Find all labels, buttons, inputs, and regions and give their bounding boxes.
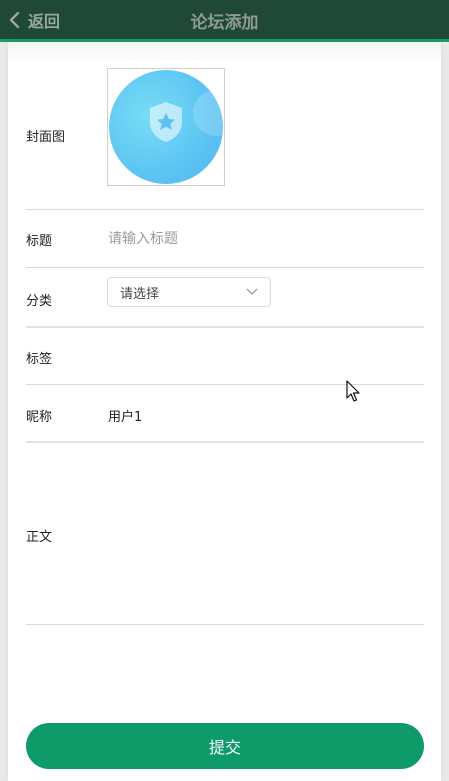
cover-image-uploader[interactable] <box>107 68 225 186</box>
top-bar: 返回 论坛添加 <box>0 0 449 42</box>
cover-label: 封面图 <box>26 130 66 145</box>
category-label: 分类 <box>26 294 53 309</box>
body-row[interactable]: 正文 <box>26 443 424 625</box>
tags-label: 标签 <box>26 352 53 367</box>
page-title: 论坛添加 <box>190 13 259 33</box>
category-row: 分类 请选择 <box>26 268 424 328</box>
category-select[interactable]: 请选择 <box>107 277 271 307</box>
category-selected: 请选择 <box>120 286 160 302</box>
body-label: 正文 <box>26 530 53 545</box>
cover-image <box>109 70 223 184</box>
page: 返回 论坛添加 封面图 标题 请输入标题 分类 请选择 标签 昵称 用户1 正文… <box>0 0 449 781</box>
nickname-label: 昵称 <box>26 410 53 425</box>
submit-button[interactable]: 提交 <box>26 723 424 769</box>
form-card: 封面图 标题 请输入标题 分类 请选择 标签 昵称 用户1 正文 <box>8 42 441 781</box>
cover-row: 封面图 <box>26 42 424 210</box>
nickname-value: 用户1 <box>108 410 143 425</box>
nickname-row: 昵称 用户1 <box>26 385 424 443</box>
mouse-pointer-icon <box>346 380 360 402</box>
title-input[interactable]: 请输入标题 <box>108 228 178 248</box>
shield-star-icon <box>150 102 182 142</box>
tags-row[interactable]: 标签 <box>26 328 424 385</box>
chevron-down-icon <box>246 288 258 295</box>
title-row: 标题 请输入标题 <box>26 210 424 268</box>
title-label: 标题 <box>26 234 53 249</box>
